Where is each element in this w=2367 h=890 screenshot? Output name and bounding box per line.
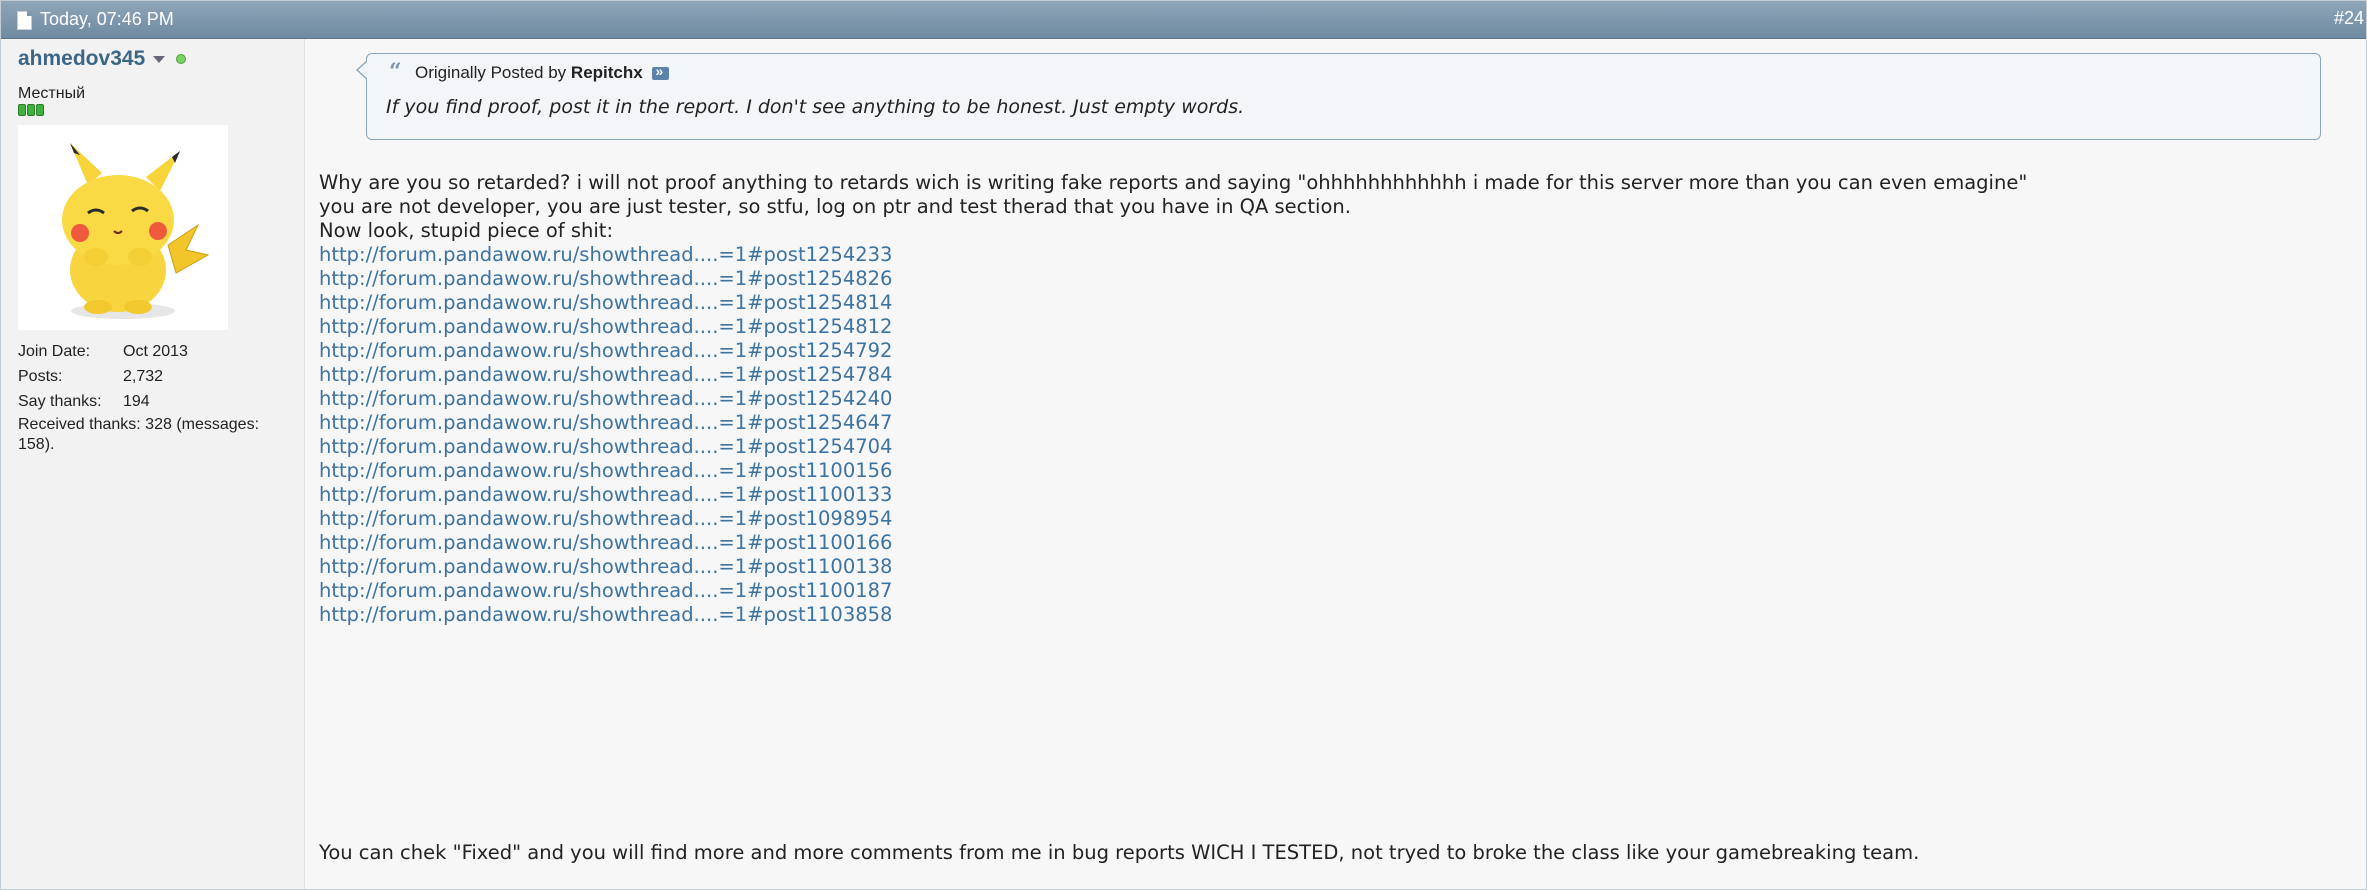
post-link[interactable]: http://forum.pandawow.ru/showthread....=… — [319, 459, 2027, 483]
post-link[interactable]: http://forum.pandawow.ru/showthread....=… — [319, 579, 2027, 603]
post-link[interactable]: http://forum.pandawow.ru/showthread....=… — [319, 603, 2027, 627]
quote-icon: “ — [389, 59, 402, 85]
message-body: Why are you so retarded? i will not proo… — [319, 171, 2027, 627]
received-thanks: Received thanks: 328 (messages: 158). — [18, 416, 260, 453]
username-link[interactable]: ahmedov345 — [18, 47, 145, 71]
avatar[interactable] — [18, 125, 228, 330]
posts-value: 2,732 — [123, 368, 164, 385]
post-link[interactable]: http://forum.pandawow.ru/showthread....=… — [319, 507, 2027, 531]
message-line: you are not developer, you are just test… — [319, 195, 1351, 218]
post-link[interactable]: http://forum.pandawow.ru/showthread....=… — [319, 363, 2027, 387]
quote-prefix: Originally Posted by — [415, 63, 567, 82]
user-menu-dropdown-icon[interactable] — [153, 56, 165, 63]
pikachu-avatar-image — [18, 125, 228, 330]
post-link[interactable]: http://forum.pandawow.ru/showthread....=… — [319, 435, 2027, 459]
user-stats: Join Date: Oct 2013 Posts: 2,732 Say tha… — [18, 339, 288, 455]
message-line: Why are you so retarded? i will not proo… — [319, 171, 2028, 194]
post-link[interactable]: http://forum.pandawow.ru/showthread....=… — [319, 483, 2027, 507]
post-link[interactable]: http://forum.pandawow.ru/showthread....=… — [319, 387, 2027, 411]
posts-label: Posts: — [18, 368, 63, 385]
post-link[interactable]: http://forum.pandawow.ru/showthread....=… — [319, 555, 2027, 579]
post-link[interactable]: http://forum.pandawow.ru/showthread....=… — [319, 291, 2027, 315]
quote-text: If you find proof, post it in the report… — [386, 96, 1245, 118]
post-link[interactable]: http://forum.pandawow.ru/showthread....=… — [319, 531, 2027, 555]
message-line: Now look, stupid piece of shit: — [319, 219, 614, 242]
view-post-icon[interactable] — [652, 63, 670, 80]
post-link[interactable]: http://forum.pandawow.ru/showthread....=… — [319, 267, 2027, 291]
say-thanks-label: Say thanks: — [18, 393, 102, 410]
forum-post: Today, 07:46 PM #24 ahmedov345 Местный J… — [0, 0, 2367, 890]
post-number-link[interactable]: #24 — [2334, 8, 2364, 29]
post-link[interactable]: http://forum.pandawow.ru/showthread....=… — [319, 411, 2027, 435]
post-content: “ Originally Posted by Repitchx If you f… — [306, 39, 2366, 889]
reputation-bar — [18, 104, 44, 116]
post-link[interactable]: http://forum.pandawow.ru/showthread....=… — [319, 243, 2027, 267]
quote-author: Repitchx — [570, 63, 643, 82]
post-header: Today, 07:46 PM #24 — [1, 1, 2366, 39]
user-info-panel: ahmedov345 Местный Join Date: Oct 2013 P… — [1, 39, 305, 889]
post-link[interactable]: http://forum.pandawow.ru/showthread....=… — [319, 339, 2027, 363]
online-status-icon — [176, 54, 186, 64]
quote-block: “ Originally Posted by Repitchx If you f… — [356, 53, 2321, 140]
reputation-pip — [36, 104, 44, 116]
say-thanks-value: 194 — [123, 393, 150, 410]
document-icon — [17, 11, 32, 30]
message-closing-line: You can chek "Fixed" and you will find m… — [319, 841, 1920, 864]
user-title: Местный — [18, 85, 86, 102]
join-date-value: Oct 2013 — [123, 343, 188, 360]
reputation-pip — [27, 104, 35, 116]
quote-header: Originally Posted by Repitchx — [415, 63, 670, 83]
post-date: Today, 07:46 PM — [40, 9, 174, 29]
post-link[interactable]: http://forum.pandawow.ru/showthread....=… — [319, 315, 2027, 339]
join-date-label: Join Date: — [18, 343, 91, 360]
reputation-pip — [18, 104, 26, 116]
